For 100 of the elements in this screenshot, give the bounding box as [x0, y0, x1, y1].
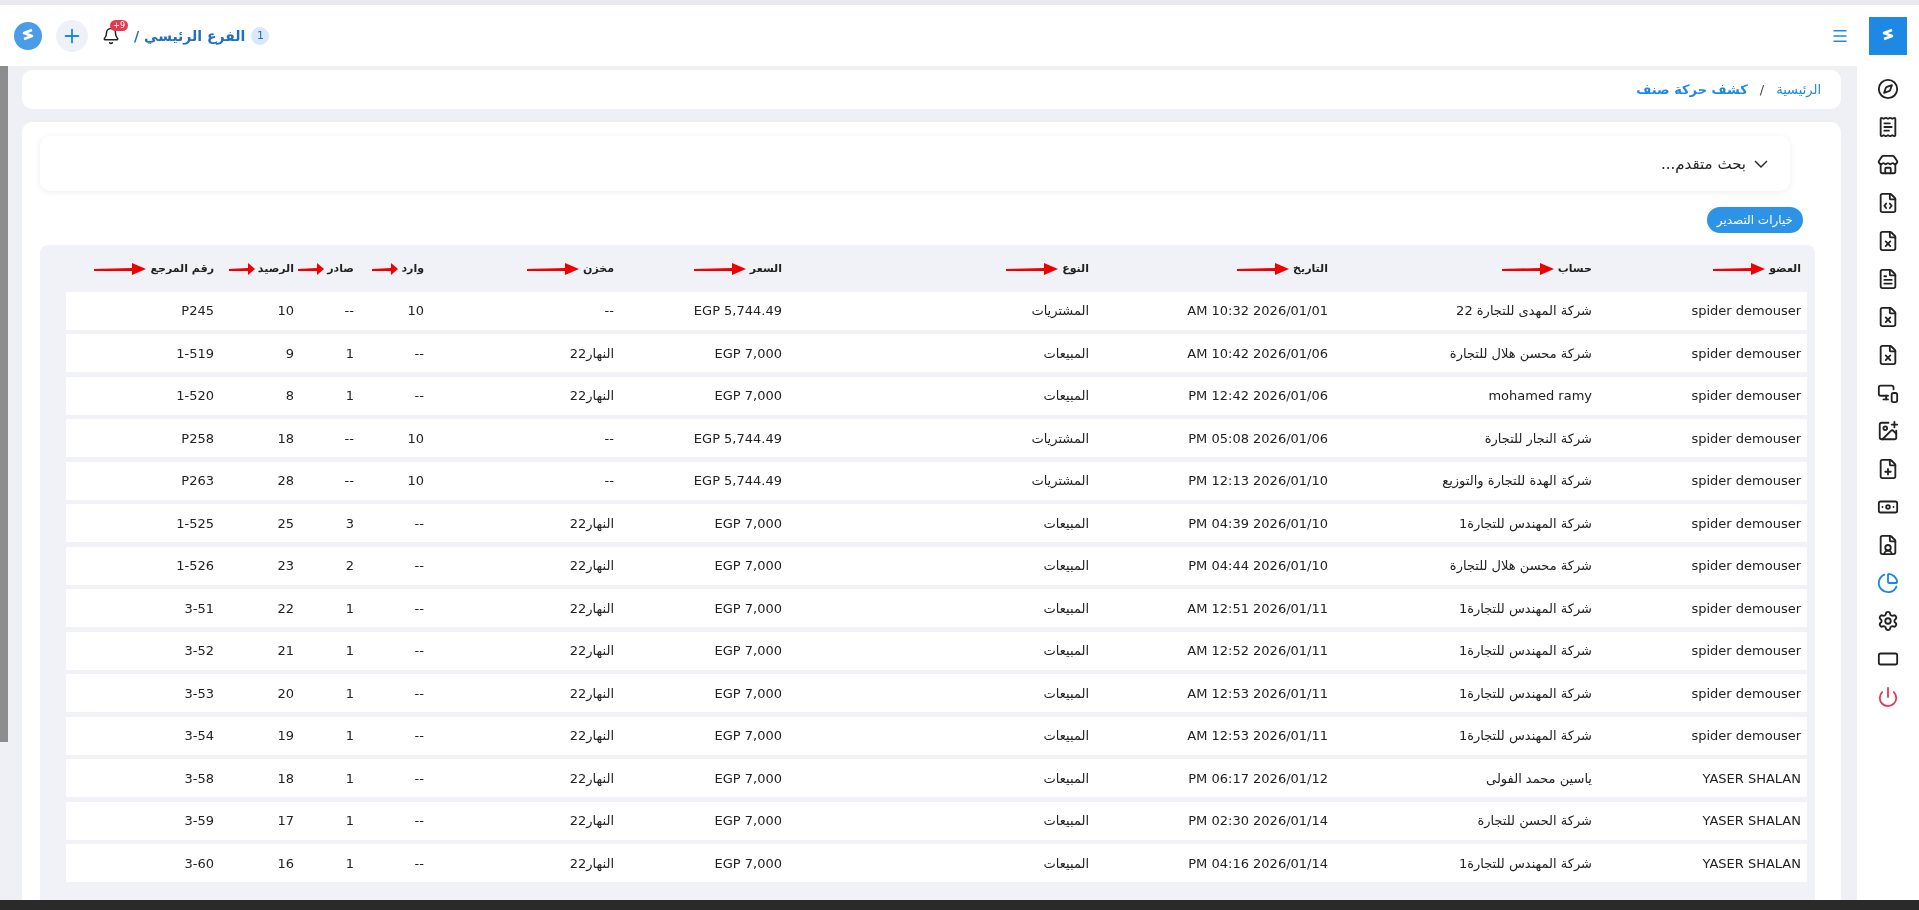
notification-icon[interactable]: [102, 26, 120, 45]
table-cell-text: النهار22: [569, 515, 615, 531]
table-cell-text: --: [414, 685, 425, 701]
breadcrumb-separator: /: [1759, 82, 1765, 97]
column-header: التاريخ: [1293, 261, 1328, 275]
table-cell-text: spider demouser: [1691, 473, 1802, 488]
table-cell-text: شركة المهندس للتجارة1: [1458, 643, 1593, 658]
table-cell-text: --: [414, 388, 425, 403]
table-cell-text: PM 04:39 2026/01/10: [1188, 515, 1329, 531]
table-cell-text: 3-60: [184, 855, 215, 871]
table-cell-text: المشتريات: [1031, 303, 1090, 318]
table-cell-text: 1: [345, 770, 355, 786]
table-cell-text: المشتريات: [1031, 473, 1090, 488]
table-cell-text: --: [344, 303, 355, 318]
table-cell-text: 9: [285, 345, 295, 361]
table-cell-text: PM 04:44 2026/01/10: [1188, 558, 1329, 573]
table-cell-text: spider demouser: [1691, 685, 1802, 701]
table-cell-text: المبيعات: [1043, 770, 1090, 786]
table-cell-text: 10: [277, 303, 295, 318]
table-cell-text: المبيعات: [1043, 345, 1090, 361]
table-cell-text: PM 02:30 2026/01/14: [1188, 813, 1329, 828]
table-cell-text: spider demouser: [1691, 600, 1802, 616]
scrollbar-thumb[interactable]: [0, 66, 8, 742]
export-button[interactable]: خيارات التصدير: [1706, 207, 1803, 233]
table-cell-text: المبيعات: [1043, 515, 1090, 531]
table-cell-text: AM 12:53 2026/01/11: [1187, 728, 1329, 743]
table-cell-text: شركة الحسن للتجارة: [1477, 813, 1593, 828]
table-cell-text: المبيعات: [1043, 685, 1090, 701]
table-cell-text: 1: [345, 685, 355, 701]
table-cell-text: 3-51: [184, 600, 215, 616]
table-cell-text: --: [414, 855, 425, 871]
table-cell-text: شركة المهندس للتجارة1: [1458, 685, 1593, 701]
table-cell-text: spider demouser: [1691, 388, 1802, 403]
table-cell-text: 28: [277, 473, 295, 488]
table-cell-text: spider demouser: [1691, 728, 1802, 743]
table-cell-text: 1-526: [176, 558, 215, 573]
table-cell-text: ياسين محمد الفولى: [1486, 770, 1593, 786]
table-cell-text: 18: [277, 430, 295, 446]
table-cell-text: شركة النجار للتجارة: [1484, 430, 1593, 446]
table-cell-text: النهار22: [569, 600, 615, 616]
table-cell-text: 25: [277, 515, 295, 531]
table-cell-text: spider demouser: [1691, 515, 1802, 531]
table-cell-text: EGP 7,000: [714, 558, 783, 573]
table-cell-text: المبيعات: [1043, 643, 1090, 658]
table-cell-text: 16: [277, 855, 295, 871]
breadcrumb-link[interactable]: كشف حركة صنف: [1636, 82, 1748, 97]
column-header: الرصيد: [257, 261, 294, 275]
table-cell-text: --: [414, 558, 425, 573]
table-cell-text: شركة المهندس للتجارة1: [1458, 855, 1593, 871]
table-cell-text: --: [604, 430, 615, 446]
table-cell-text: 1-519: [176, 345, 215, 361]
table-cell-text: EGP 7,000: [714, 600, 783, 616]
table-cell-text: المشتريات: [1031, 430, 1090, 446]
table-cell-text: شركة المهدى للتجارة 22: [1456, 303, 1593, 318]
table-cell-text: 3-52: [184, 643, 215, 658]
table-cell-text: المبيعات: [1043, 728, 1090, 743]
table-cell-text: 20: [277, 685, 295, 701]
table-cell-text: AM 10:42 2026/01/06: [1187, 345, 1329, 361]
table-cell-text: --: [414, 728, 425, 743]
table-cell-text: P258: [181, 430, 215, 446]
table-cell-text: 1-520: [176, 388, 215, 403]
table-cell-text: المبيعات: [1043, 855, 1090, 871]
table-cell-text: المبيعات: [1043, 600, 1090, 616]
table-cell-text: النهار22: [569, 685, 615, 701]
branch-count: 1: [251, 26, 270, 45]
table-cell-text: 1: [345, 345, 355, 361]
table-cell-text: spider demouser: [1691, 345, 1802, 361]
table-cell-text: --: [344, 430, 355, 446]
column-header: النوع: [1062, 261, 1089, 275]
advanced-search-toggle[interactable]: بحث متقدم...: [40, 136, 1790, 191]
table-cell-text: EGP 7,000: [714, 813, 783, 828]
table-cell-text: --: [414, 813, 425, 828]
table-cell-text: شركة محسن هلال للتجارة: [1449, 345, 1593, 361]
table-cell-text: EGP 7,000: [714, 388, 783, 403]
table-cell-text: 10: [407, 430, 425, 446]
table-cell-text: شركة المهندس للتجارة1: [1458, 515, 1593, 531]
branch-name[interactable]: الفرع الرئيسي /: [134, 27, 246, 44]
table-cell-text: EGP 5,744.49: [693, 473, 783, 488]
table-cell-text: --: [414, 770, 425, 786]
table-cell-text: 1-525: [176, 515, 215, 531]
table-cell-text: PM 12:13 2026/01/10: [1188, 473, 1329, 488]
table-cell-text: النهار22: [569, 813, 615, 828]
column-header: وارد: [401, 261, 424, 275]
breadcrumb-link[interactable]: الرئيسية: [1776, 82, 1821, 97]
table-cell-text: EGP 7,000: [714, 515, 783, 531]
table-cell-text: 2: [345, 558, 355, 573]
column-header: مخزن: [583, 261, 614, 275]
table-cell-text: --: [604, 303, 615, 318]
table-cell-text: EGP 7,000: [714, 770, 783, 786]
column-header: السعر: [749, 261, 782, 275]
table-cell-text: EGP 5,744.49: [693, 303, 783, 318]
table-cell-text: 21: [277, 643, 295, 658]
table-cell-text: 1: [345, 813, 355, 828]
add-button[interactable]: [56, 19, 88, 52]
table-cell-text: spider demouser: [1691, 303, 1802, 318]
table-cell-text: النهار22: [569, 728, 615, 743]
table-cell-text: 1: [345, 643, 355, 658]
table-cell-text: شركة محسن هلال للتجارة: [1449, 558, 1593, 573]
table-cell-text: EGP 7,000: [714, 855, 783, 871]
table-cell-text: شركة المهندس للتجارة1: [1458, 728, 1593, 743]
